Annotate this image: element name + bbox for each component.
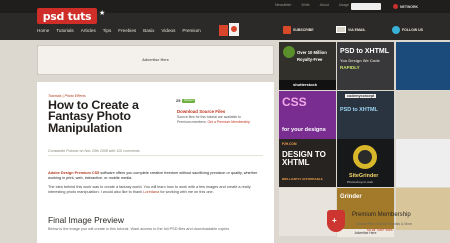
download-text: Source files for this tutorial are avail… xyxy=(177,115,255,124)
ad-p2h-line1: P2H.COM xyxy=(282,142,297,146)
twitter-icon xyxy=(392,26,400,34)
ad-psd-xhtml[interactable]: PSD to XHTML You Design We Code RAPIDLY xyxy=(337,42,394,90)
article-body: The idea behind this work was to create … xyxy=(48,185,263,196)
site-logo[interactable]: psd tuts xyxy=(37,8,97,24)
top-link-write[interactable]: Write xyxy=(302,3,310,7)
section-text: Below is the image you will create in th… xyxy=(48,227,230,231)
article-title: How to Create a Fantasy Photo Manipulati… xyxy=(48,98,139,135)
email-label: VIA EMAIL xyxy=(348,27,366,32)
body-tail: for working with me on this one. xyxy=(160,190,214,195)
rss-icon xyxy=(283,26,291,34)
site-header: Newsletter Write About Usage NETWORK psd… xyxy=(0,0,450,40)
leaderboard-ad[interactable]: Advertise Here xyxy=(37,45,274,75)
network-icon xyxy=(393,4,398,9)
ad-shutterstock[interactable]: Over 10 Million Royalty-Free shutterstoc… xyxy=(279,42,336,90)
premium-title[interactable]: Premium Membership xyxy=(352,212,411,218)
ad-p2h-line2: DESIGN TO XHTML xyxy=(282,150,326,167)
nav-home[interactable]: Home xyxy=(37,28,49,33)
ad-css-xhtml[interactable]: CSS for your designs xyxy=(279,91,336,139)
article: Tutorials | Photo Effects How to Create … xyxy=(37,82,274,243)
main-nav: Home Tutorials Articles Tips Freebies Ba… xyxy=(37,28,201,33)
page: Newsletter Write About Usage NETWORK psd… xyxy=(0,0,450,243)
premium-shield-icon: + xyxy=(327,210,345,232)
top-link-about[interactable]: About xyxy=(320,3,329,7)
nav-articles[interactable]: Articles xyxy=(81,28,96,33)
network-label: NETWORK xyxy=(400,4,419,9)
ad-sitegrinder-line2: Photoshop to web xyxy=(347,180,373,184)
search-input[interactable] xyxy=(351,3,381,10)
download-source-link[interactable]: Download Source Files xyxy=(177,109,225,114)
retweet-count: 25 xyxy=(176,98,181,103)
ad-codemyconcept-line1: codemyconcept xyxy=(345,94,377,98)
article-meta: Constantin Potorac on Nov 25th 2008 with… xyxy=(48,149,140,153)
ad-shutterstock-line3: shutterstock xyxy=(293,82,318,87)
rss-subscribe[interactable]: SUBSCRIBE xyxy=(283,26,314,34)
sponsor-intro: Adobe Design Premium CS5 software offers… xyxy=(48,171,263,182)
logo-text: psd tuts xyxy=(42,9,92,23)
ad-psd-xhtml-line2: You Design We Code xyxy=(340,58,380,63)
ad-slot-8-line1: Grinder xyxy=(340,194,362,200)
ad-codemyconcept[interactable]: codemyconcept PSD to XHTML xyxy=(337,91,394,139)
ad-p2h[interactable]: P2H.COM DESIGN TO XHTML BRILLIANTLY AFFO… xyxy=(279,139,336,187)
ad-shutterstock-line2: Royalty-Free xyxy=(297,57,323,62)
premium-badge-icon xyxy=(219,23,239,36)
ad-right-1[interactable] xyxy=(396,42,450,90)
nav-freebies[interactable]: Freebies xyxy=(118,28,136,33)
retweet-button[interactable]: Retweet xyxy=(182,98,196,103)
nav-videos[interactable]: Videos xyxy=(161,28,175,33)
top-links: Newsletter Write About Usage xyxy=(275,3,349,7)
ad-shutterstock-line1: Over 10 Million xyxy=(297,50,327,55)
ad-sitegrinder-line1: SiteGrinder xyxy=(349,173,379,179)
nav-tutorials[interactable]: Tutorials xyxy=(56,28,73,33)
premium-subtitle: Source Files, Bonus Tutorials & More xyxy=(356,222,412,226)
ad-psd-xhtml-line1: PSD to XHTML xyxy=(340,48,389,55)
envelope-icon xyxy=(336,26,346,33)
section-heading: Final Image Preview xyxy=(48,215,124,225)
ad-right-3[interactable] xyxy=(396,139,450,187)
ad-sitegrinder[interactable]: SiteGrinder Photoshop to web xyxy=(337,139,394,187)
premium-membership-link[interactable]: Get a Premium Membership xyxy=(208,120,250,124)
author-link[interactable]: Loredana xyxy=(143,190,159,194)
ad-right-2[interactable] xyxy=(396,91,450,139)
twitter-label: FOLLOW US xyxy=(402,28,423,32)
nav-tips[interactable]: Tips xyxy=(103,28,112,33)
ad-p2h-line3: BRILLIANTLY AFFORDABLE xyxy=(282,177,323,181)
email-subscribe[interactable]: VIA EMAIL xyxy=(336,26,366,33)
ad-css-xhtml-line1: CSS xyxy=(282,95,307,109)
network-button[interactable]: NETWORK xyxy=(393,3,418,10)
rss-label: SUBSCRIBE xyxy=(293,28,314,32)
premium-link[interactable]: for all Tuts+ sites xyxy=(367,228,393,232)
nav-basix[interactable]: Basix xyxy=(143,28,154,33)
sponsor-link[interactable]: Adobe Design Premium CS5 xyxy=(48,171,99,175)
star-icon: ★ xyxy=(99,10,106,17)
top-link-newsletter[interactable]: Newsletter xyxy=(275,3,292,7)
nav-premium[interactable]: Premium xyxy=(182,28,200,33)
twitter-follow[interactable]: FOLLOW US xyxy=(392,26,423,34)
ad-psd-xhtml-line3: RAPIDLY xyxy=(340,65,360,70)
sidebar-right-ads xyxy=(396,42,450,230)
ad-codemyconcept-line2: PSD to XHTML xyxy=(340,107,378,113)
divider xyxy=(48,155,263,156)
ad-css-xhtml-line2: for your designs xyxy=(282,127,326,133)
top-link-usage[interactable]: Usage xyxy=(339,3,349,7)
leaderboard-ad-label: Advertise Here xyxy=(142,58,169,62)
retweet-widget[interactable]: 25 Retweet xyxy=(176,98,196,103)
